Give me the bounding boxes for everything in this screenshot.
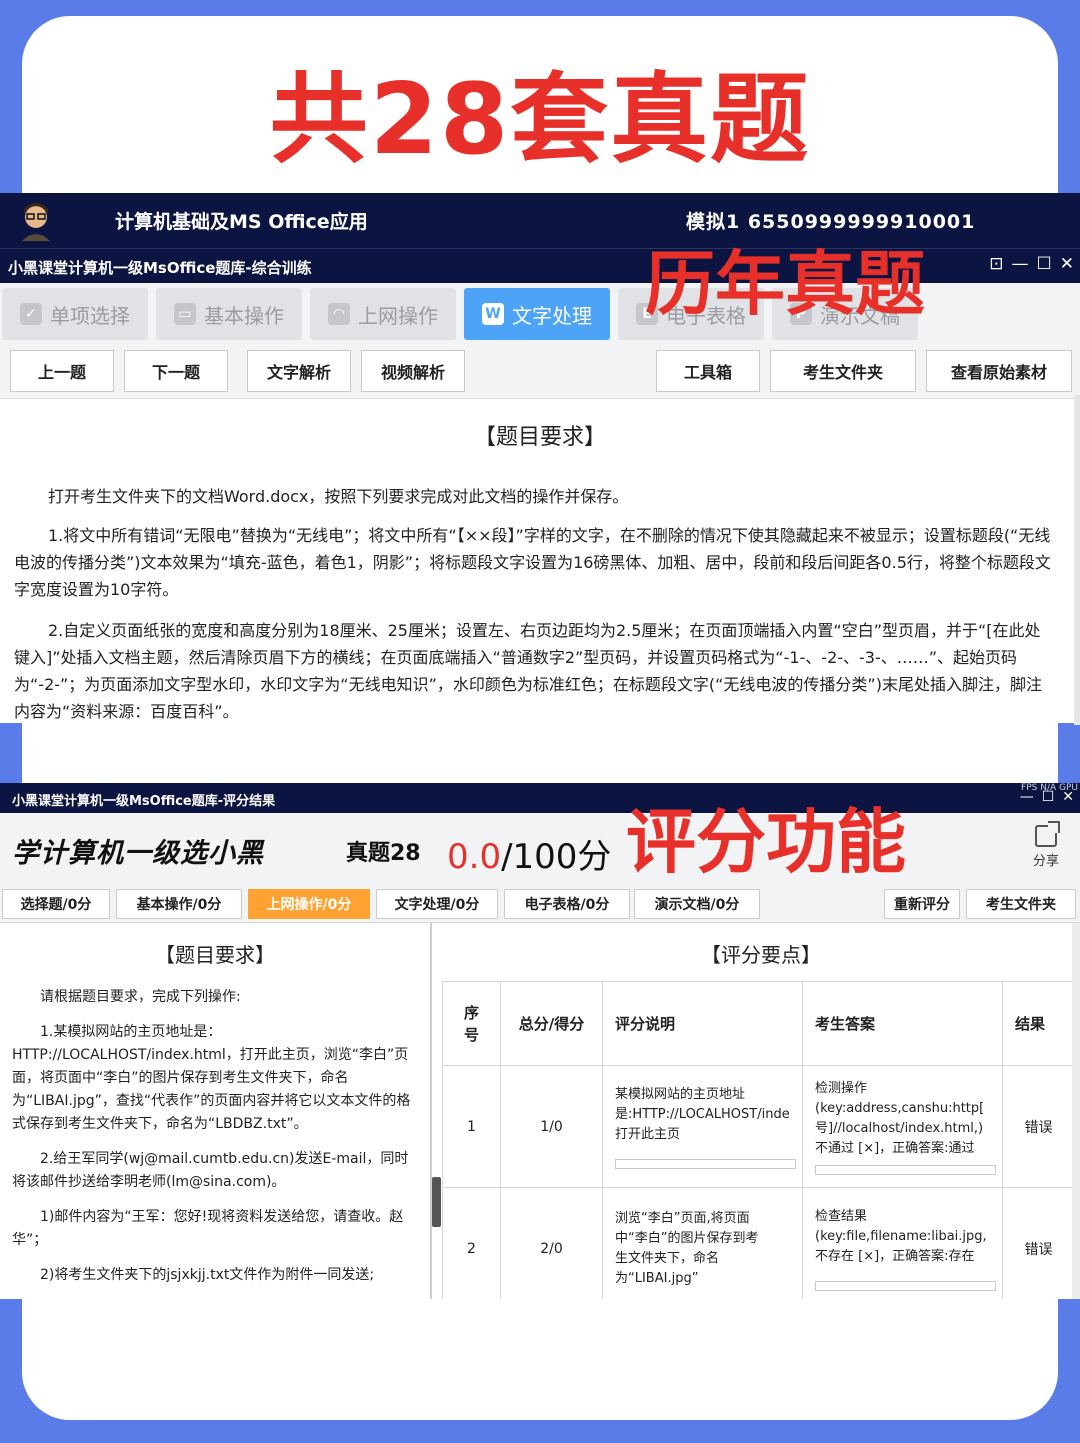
overlay-caption-past-papers: 历年真题 — [645, 243, 925, 325]
header-result: 结果 — [1002, 981, 1075, 1066]
row-result: 错误 — [1002, 1187, 1075, 1299]
requirement-paragraph-1: 1.将文中所有错词“无限电”替换为“无线电”；将文中所有“【××段】”字样的文字… — [14, 526, 1051, 599]
scrollbar[interactable] — [1074, 395, 1080, 725]
tab-single-choice[interactable]: ✓ 单项选择 — [2, 288, 148, 340]
row-answer: 检测操作 (key:address,canshu:http[ 号]//local… — [802, 1065, 1003, 1188]
question-content: 【题目要求】 打开考生文件夹下的文档Word.docx，按照下列要求完成对此文档… — [0, 399, 1080, 723]
table-row: 2 2/0 浏览“李白”页面,将页面 中“李白”的图片保存到考 生文件夹下，命名… — [442, 1187, 1075, 1299]
window-titlebar: 小黑课堂计算机一级MsOffice题库-评分结果 FPS N/A GPU — ☐… — [0, 783, 1080, 813]
score-total: /100分 — [501, 837, 612, 877]
avatar-icon — [16, 199, 56, 241]
row-score: 1/0 — [500, 1065, 603, 1188]
horizontal-scrollbar[interactable] — [615, 1158, 796, 1169]
tab-ppt-score[interactable]: 演示文档/0分 — [634, 889, 760, 919]
rescore-button[interactable]: 重新评分 — [884, 889, 960, 919]
tab-word-processing[interactable]: W 文字处理 — [464, 288, 610, 340]
video-analysis-button[interactable]: 视频解析 — [361, 350, 465, 392]
paper-name: 真题28 — [346, 841, 421, 866]
question-intro: 打开考生文件夹下的文档Word.docx，按照下列要求完成对此文档的操作并保存。 — [48, 487, 629, 506]
tab-internet-score[interactable]: 上网操作/0分 — [248, 889, 370, 919]
header-number: 序号 — [442, 981, 501, 1066]
poster-headline: 共28套真题 — [269, 63, 811, 177]
share-icon — [1035, 821, 1060, 847]
requirements-title: 【题目要求】 — [155, 943, 275, 967]
student-folder-button[interactable]: 考生文件夹 — [770, 350, 916, 392]
window-title: 小黑课堂计算机一级MsOffice题库-评分结果 — [12, 794, 276, 809]
header-answer: 考生答案 — [802, 981, 1003, 1066]
wifi-icon: ◠ — [328, 303, 350, 325]
scoring-table: 序号 总分/得分 评分说明 考生答案 结果 1 1/0 某模拟网站的主页地址 是… — [442, 981, 1075, 1299]
tab-basic-operation[interactable]: ▭ 基本操作 — [156, 288, 302, 340]
prev-question-button[interactable]: 上一题 — [10, 350, 114, 392]
toolbox-button[interactable]: 工具箱 — [656, 350, 760, 392]
splitter-handle[interactable] — [432, 1177, 441, 1227]
requirement-paragraph-2: 2.自定义页面纸张的宽度和高度分别为18厘米、25厘米；设置左、右页边距均为2.… — [14, 621, 1042, 721]
close-icon[interactable]: ✕ — [1060, 254, 1074, 274]
tab-internet-operation[interactable]: ◠ 上网操作 — [310, 288, 456, 340]
question-paragraph: 1)邮件内容为“王军：您好!现将资料发送给您，请查收。赵华”； — [12, 1209, 404, 1248]
share-button[interactable]: 分享 — [1028, 821, 1064, 869]
text-analysis-button[interactable]: 文字解析 — [247, 350, 351, 392]
row-result: 错误 — [1002, 1065, 1075, 1188]
question-paragraph: 请根据题目要求，完成下列操作: — [40, 989, 241, 1005]
row-description: 浏览“李白”页面,将页面 中“李白”的图片保存到考 生文件夹下，命名 为“LIB… — [602, 1187, 803, 1299]
maximize-icon[interactable]: ☐ — [1042, 789, 1055, 805]
brand-slogan: 学计算机一级选小黑 — [12, 838, 264, 869]
table-row: 1 1/0 某模拟网站的主页地址 是:HTTP://LOCALHOST/inde… — [442, 1065, 1075, 1188]
question-paragraph: 2)将考生文件夹下的jsjxkjj.txt文件作为附件一同发送; — [40, 1267, 375, 1283]
student-folder-button[interactable]: 考生文件夹 — [966, 889, 1076, 919]
score-obtained: 0.0 — [447, 837, 502, 877]
row-description: 某模拟网站的主页地址 是:HTTP://LOCALHOST/inde 打开此主页 — [602, 1065, 803, 1188]
horizontal-scrollbar[interactable] — [815, 1280, 996, 1291]
restore-icon[interactable]: ⊡ — [989, 254, 1003, 274]
row-answer: 检查结果 (key:file,filename:libai.jpg, 不存在 [… — [802, 1187, 1003, 1299]
question-paragraph: HTTP://LOCALHOST/index.html，打开此主页，浏览“李白”… — [12, 1047, 411, 1132]
word-icon: W — [482, 303, 504, 325]
tab-label: 文字处理 — [512, 303, 592, 328]
horizontal-scrollbar[interactable] — [815, 1164, 996, 1175]
total-score: 0.0/100分 — [447, 829, 611, 878]
window-title: 小黑课堂计算机一级MsOffice题库-综合训练 — [8, 259, 312, 277]
question-paragraph: 1.某模拟网站的主页地址是： — [40, 1024, 222, 1040]
minimize-icon[interactable]: — — [1020, 789, 1034, 805]
question-paragraph: 2.给王军同学(wj@mail.cumtb.edu.cn)发送E-mail，同时… — [12, 1151, 409, 1190]
header-description: 评分说明 — [602, 981, 803, 1066]
header-score: 总分/得分 — [500, 981, 603, 1066]
scoring-points-title: 【评分要点】 — [701, 943, 821, 967]
subject-title: 计算机基础及MS Office应用 — [115, 211, 368, 233]
tab-label: 上网操作 — [358, 303, 438, 328]
tab-label: 基本操作 — [204, 303, 284, 328]
row-number: 1 — [442, 1065, 501, 1188]
tab-word-score[interactable]: 文字处理/0分 — [376, 889, 498, 919]
row-number: 2 — [442, 1187, 501, 1299]
requirements-title: 【题目要求】 — [473, 425, 606, 450]
tab-basic-operation-score[interactable]: 基本操作/0分 — [116, 889, 242, 919]
share-label: 分享 — [1032, 854, 1059, 869]
tab-choice-score[interactable]: 选择题/0分 — [2, 889, 110, 919]
score-tabs: 选择题/0分 基本操作/0分 上网操作/0分 文字处理/0分 电子表格/0分 演… — [0, 885, 1080, 923]
overlay-caption-scoring: 评分功能 — [626, 801, 906, 883]
score-header: 学计算机一级选小黑 真题28 0.0/100分 分享 — [0, 813, 1080, 885]
tab-excel-score[interactable]: 电子表格/0分 — [504, 889, 630, 919]
check-icon: ✓ — [20, 303, 42, 325]
view-original-button[interactable]: 查看原始素材 — [926, 350, 1072, 392]
next-question-button[interactable]: 下一题 — [124, 350, 228, 392]
scoring-window: 小黑课堂计算机一级MsOffice题库-评分结果 FPS N/A GPU — ☐… — [0, 783, 1080, 1299]
table-header-row: 序号 总分/得分 评分说明 考生答案 结果 — [442, 981, 1075, 1066]
close-icon[interactable]: ✕ — [1062, 789, 1074, 805]
question-toolbar: 上一题 下一题 文字解析 视频解析 工具箱 考生文件夹 查看原始素材 — [0, 345, 1080, 399]
row-score: 2/0 — [500, 1187, 603, 1299]
scoring-panel: 【评分要点】 序号 总分/得分 评分说明 考生答案 结果 1 1/0 某模拟网站… — [442, 923, 1080, 1299]
monitor-icon: ▭ — [174, 303, 196, 325]
tab-label: 单项选择 — [50, 303, 130, 328]
scrollbar[interactable] — [1072, 923, 1080, 1299]
question-panel: 【题目要求】 请根据题目要求，完成下列操作: 1.某模拟网站的主页地址是： HT… — [0, 923, 432, 1299]
minimize-icon[interactable]: — — [1012, 254, 1029, 274]
maximize-icon[interactable]: ☐ — [1037, 254, 1052, 274]
